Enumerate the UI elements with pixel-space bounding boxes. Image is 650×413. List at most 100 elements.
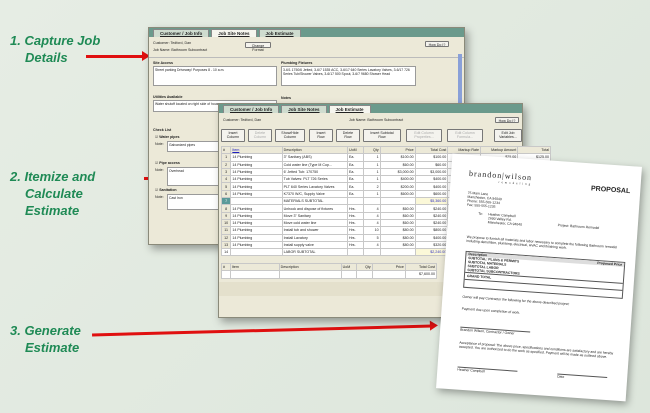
table-cell[interactable]: 1 bbox=[220, 153, 232, 162]
table-cell[interactable]: 14 Plumbing bbox=[230, 233, 283, 242]
table-cell[interactable]: Unhook and dispose of fixtures bbox=[281, 204, 348, 213]
table-cell[interactable]: 14 Plumbing bbox=[230, 153, 283, 162]
table-cell[interactable]: 4 bbox=[363, 218, 381, 228]
table-cell[interactable]: $60.00 bbox=[379, 211, 416, 220]
table-cell[interactable]: Tub Valves: PLT 726 Series bbox=[281, 175, 348, 184]
table-cell[interactable]: 3" Sanitary (ABS) bbox=[281, 153, 348, 162]
table-cell[interactable]: 4 bbox=[220, 175, 232, 184]
table-cell[interactable]: $60.00 bbox=[379, 160, 416, 169]
table-cell[interactable]: Install supply valve bbox=[281, 240, 348, 250]
toolbar-button[interactable]: Delete Column bbox=[248, 129, 272, 142]
table-cell[interactable]: Hrs. bbox=[346, 218, 365, 228]
table-cell[interactable]: Move cold water line bbox=[281, 218, 348, 228]
table-cell[interactable]: $320.00 bbox=[414, 240, 449, 250]
tab-customer-job-info[interactable]: Customer / Job Info bbox=[223, 105, 280, 113]
table-cell[interactable] bbox=[379, 197, 416, 206]
table-cell[interactable]: 12 bbox=[220, 233, 232, 242]
table-cell[interactable]: 4 bbox=[363, 240, 381, 250]
table-cell[interactable]: K7370 W/C, Supply Valve bbox=[281, 189, 348, 199]
table-cell[interactable]: 4 bbox=[363, 211, 381, 220]
table-cell[interactable]: Hrs. bbox=[346, 226, 365, 235]
table-cell[interactable]: Hrs. bbox=[346, 211, 365, 220]
table-cell[interactable]: 7 bbox=[220, 197, 232, 206]
column-header[interactable]: UoM bbox=[346, 145, 365, 155]
table-cell[interactable] bbox=[363, 248, 381, 257]
table-cell[interactable]: 9 bbox=[220, 211, 232, 220]
change-format-button[interactable]: Change Format bbox=[245, 42, 271, 52]
table-cell[interactable]: 10 bbox=[363, 226, 381, 235]
site-access-field[interactable]: Street parking Driveway! Purposes 8 - 10… bbox=[153, 66, 277, 86]
note-field[interactable]: Overhead bbox=[167, 167, 219, 186]
table-cell[interactable]: $400.00 bbox=[379, 175, 416, 184]
table-cell[interactable]: $400.00 bbox=[414, 175, 449, 184]
table-cell[interactable]: Hrs. bbox=[346, 204, 365, 213]
how-do-i-button[interactable]: How Do I? bbox=[425, 41, 449, 47]
table-cell[interactable]: 6 bbox=[220, 189, 232, 199]
tab-job-site-notes[interactable]: Job Site Notes bbox=[281, 105, 327, 113]
table-cell[interactable]: LABOR SUBTOTAL bbox=[281, 248, 348, 257]
table-cell[interactable]: 14 Plumbing bbox=[230, 226, 283, 235]
table-cell[interactable]: 5 bbox=[220, 182, 232, 191]
table-cell[interactable] bbox=[346, 197, 365, 206]
table-cell[interactable]: Ea. bbox=[346, 189, 365, 199]
table-cell[interactable]: $400.00 bbox=[414, 182, 449, 191]
checkbox-water-pipes[interactable]: Water pipes bbox=[159, 135, 179, 139]
table-cell[interactable]: Ea. bbox=[346, 175, 365, 184]
toolbar-button[interactable]: Show/Hide Column bbox=[275, 129, 305, 142]
table-cell[interactable]: 14 Plumbing bbox=[230, 218, 283, 228]
table-cell[interactable]: $5,360.00 bbox=[414, 197, 449, 206]
table-cell[interactable]: 14 Plumbing bbox=[230, 167, 283, 177]
table-cell[interactable]: $80.00 bbox=[379, 240, 416, 250]
table-cell[interactable]: 1 bbox=[363, 167, 381, 177]
tab-job-estimate[interactable]: Job Estimate bbox=[258, 29, 301, 37]
table-cell[interactable]: 14 Plumbing bbox=[230, 189, 283, 199]
column-header[interactable]: Total Cost bbox=[414, 145, 449, 155]
table-cell[interactable]: 14 Plumbing bbox=[230, 211, 283, 220]
table-cell[interactable]: $800.00 bbox=[414, 226, 449, 235]
table-cell[interactable]: $240.00 bbox=[414, 211, 449, 220]
column-header[interactable]: Markup Amount bbox=[479, 145, 519, 155]
table-cell[interactable]: 14 bbox=[220, 248, 232, 257]
toolbar-button[interactable]: Insert Column bbox=[221, 129, 245, 142]
table-cell[interactable]: $600.00 bbox=[379, 189, 416, 199]
table-cell[interactable]: 4 bbox=[363, 204, 381, 213]
table-cell[interactable]: 14 Plumbing bbox=[230, 160, 283, 169]
table-cell[interactable]: Hrs. bbox=[346, 240, 365, 250]
table-cell[interactable]: $200.00 bbox=[379, 182, 416, 191]
table-cell[interactable]: 2 bbox=[220, 160, 232, 169]
table-cell[interactable]: 1 bbox=[363, 153, 381, 162]
toolbar-button[interactable]: Insert Subtotal Row bbox=[363, 129, 401, 142]
checkbox-sanitation[interactable]: Sanitation bbox=[159, 188, 176, 192]
table-cell[interactable]: Hrs. bbox=[346, 233, 365, 242]
column-header[interactable]: Price bbox=[379, 145, 416, 155]
table-cell[interactable]: 14 Plumbing bbox=[230, 175, 283, 184]
table-cell[interactable]: Ea. bbox=[346, 167, 365, 177]
note-field[interactable]: Cast Iron bbox=[167, 194, 219, 210]
table-cell[interactable]: $400.00 bbox=[414, 233, 449, 242]
tab-job-estimate[interactable]: Job Estimate bbox=[328, 105, 371, 113]
column-header[interactable]: Description bbox=[281, 145, 348, 155]
table-cell[interactable] bbox=[346, 248, 365, 257]
table-cell[interactable]: 5 bbox=[363, 233, 381, 242]
table-cell[interactable]: $240.00 bbox=[414, 204, 449, 213]
toolbar-button[interactable]: Edit Column Formula... bbox=[447, 129, 483, 142]
table-cell[interactable]: Ea. bbox=[346, 153, 365, 162]
toolbar-button[interactable]: Edit Job Variables... bbox=[494, 129, 522, 142]
table-cell[interactable] bbox=[379, 248, 416, 257]
toolbar-button[interactable]: Edit Column Properties... bbox=[406, 129, 442, 142]
table-cell[interactable]: 14 Plumbing bbox=[230, 182, 283, 191]
plumbing-fixtures-field[interactable]: 3-6/1 1750/6 Jetted, 3-6/7 1535 ACC, 3-6… bbox=[281, 66, 416, 86]
checkbox-pipe-access[interactable]: Pipe access bbox=[159, 161, 180, 165]
table-cell[interactable]: Ea. bbox=[346, 160, 365, 169]
table-cell[interactable]: PLT 640 Series Lavatory Valves bbox=[281, 182, 348, 191]
table-cell[interactable]: $60.00 bbox=[379, 204, 416, 213]
column-header[interactable]: Total bbox=[517, 145, 551, 155]
table-cell[interactable]: 13 bbox=[220, 240, 232, 250]
table-cell[interactable]: 11 bbox=[220, 226, 232, 235]
table-cell[interactable]: 6' Jetted Tub: 170750 bbox=[281, 167, 348, 177]
table-cell[interactable]: 2 bbox=[363, 182, 381, 191]
table-cell[interactable]: 1 bbox=[363, 160, 381, 169]
table-cell[interactable]: $60.00 bbox=[379, 218, 416, 228]
note-field[interactable]: Galvanized pipes bbox=[167, 141, 219, 152]
table-cell[interactable]: MATERIALS SUBTOTAL bbox=[281, 197, 348, 206]
